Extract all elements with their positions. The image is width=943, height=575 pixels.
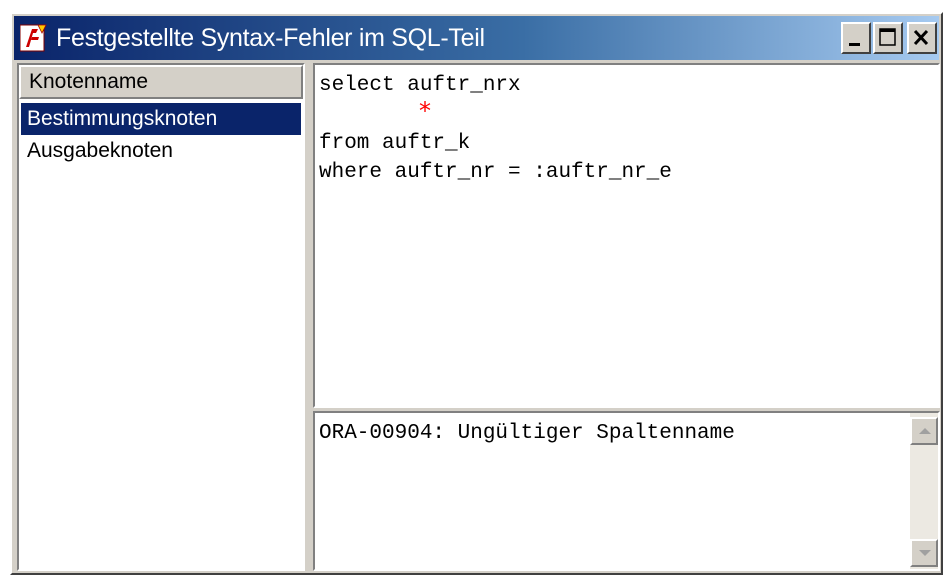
node-list-panel: Knotenname Bestimmungsknoten Ausgabeknot… [17, 63, 305, 571]
list-item-ausgabeknoten[interactable]: Ausgabeknoten [21, 135, 301, 167]
list-item-bestimmungsknoten[interactable]: Bestimmungsknoten [21, 103, 301, 135]
error-marker: * [419, 97, 431, 125]
scroll-up-button[interactable] [910, 417, 938, 445]
error-dialog-window: Festgestellte Syntax-Fehler im SQL-Teil [10, 12, 943, 575]
error-message-text: ORA-00904: Ungültiger Spaltenname [319, 422, 735, 445]
error-message-panel[interactable]: ORA-00904: Ungültiger Spaltenname [313, 411, 940, 571]
minimize-button[interactable] [841, 22, 871, 54]
maximize-icon [879, 28, 896, 46]
scroll-up-icon [919, 428, 931, 434]
window-title: Festgestellte Syntax-Fehler im SQL-Teil [56, 23, 485, 52]
scroll-down-button[interactable] [910, 539, 938, 567]
maximize-button[interactable] [873, 22, 903, 54]
close-icon [913, 29, 929, 46]
column-header-knotenname[interactable]: Knotenname [19, 65, 303, 99]
close-button[interactable] [907, 22, 937, 54]
sql-line-select: select auftr_nrx [319, 74, 521, 97]
error-marker-row: * [319, 97, 938, 129]
minimize-icon [849, 43, 860, 46]
sql-line-where: where auftr_nr = :auftr_nr_e [319, 161, 672, 184]
app-logo-icon [19, 23, 48, 53]
message-scrollbar[interactable] [910, 413, 938, 569]
node-list: Bestimmungsknoten Ausgabeknoten [19, 99, 303, 167]
sql-editor[interactable]: select auftr_nrx * from auftr_k where au… [313, 63, 940, 408]
scroll-down-icon [919, 550, 931, 556]
caption-buttons [841, 22, 937, 54]
title-bar[interactable]: Festgestellte Syntax-Fehler im SQL-Teil [14, 16, 939, 60]
sql-line-from: from auftr_k [319, 132, 471, 155]
